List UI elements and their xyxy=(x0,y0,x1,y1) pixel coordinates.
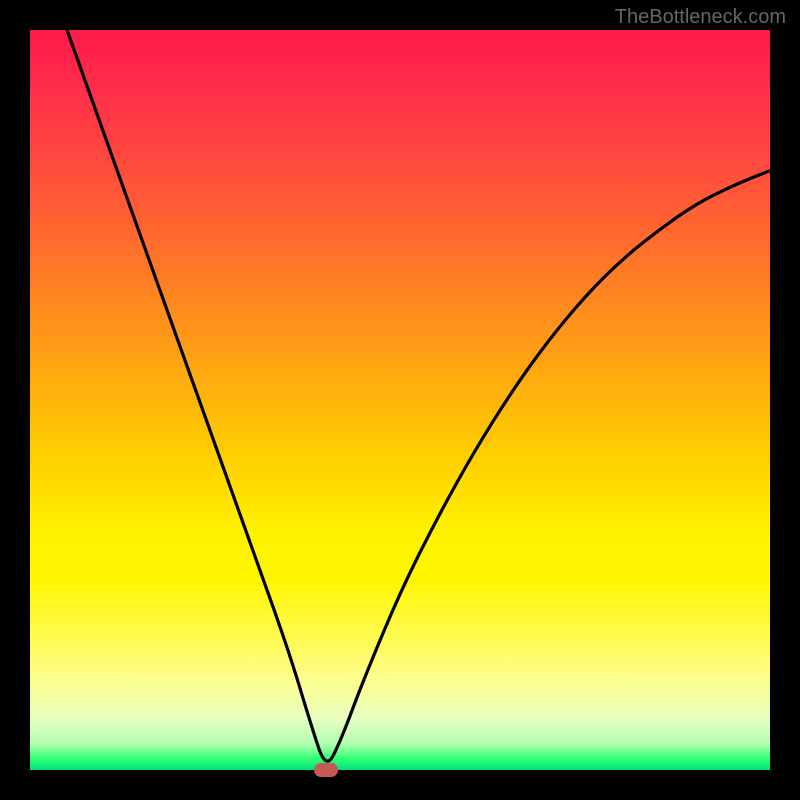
bottleneck-curve xyxy=(30,30,770,770)
optimal-point-marker xyxy=(314,763,338,777)
chart-plot-area xyxy=(30,30,770,770)
watermark-text: TheBottleneck.com xyxy=(615,6,786,29)
